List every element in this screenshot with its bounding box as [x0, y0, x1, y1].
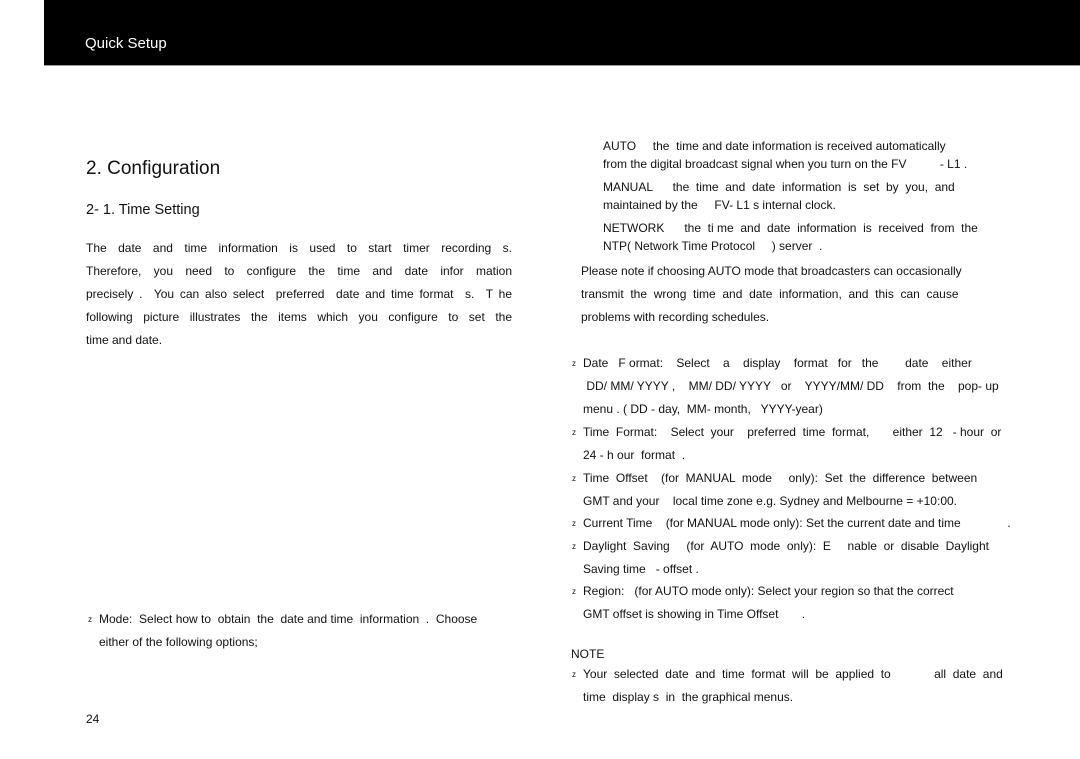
intro-line: following picture illustrates the items … — [86, 310, 512, 324]
page-number: 24 — [86, 712, 100, 726]
note-line: time display s in the graphical menus. — [583, 690, 794, 704]
auto-mode-warning: Please note if choosing AUTO mode that b… — [581, 260, 962, 329]
mode-option-manual: MANUAL the time and date information is … — [603, 178, 955, 214]
item-line: Time Format: Select your preferred time … — [583, 425, 1002, 439]
option-line: NETWORK the ti me and date information i… — [603, 221, 978, 235]
subsection-heading: 2- 1. Time Setting — [86, 202, 200, 218]
mode-option-network: NETWORK the ti me and date information i… — [603, 219, 978, 255]
mode-option-auto: AUTO the time and date information is re… — [603, 137, 967, 173]
intro-line: Therefore, you need to configure the tim… — [86, 264, 512, 278]
bullet-icon: z — [88, 615, 92, 624]
illustration-placeholder — [86, 360, 512, 600]
item-line: Daylight Saving (for AUTO mode only): E … — [583, 539, 989, 553]
option-line: from the digital broadcast signal when y… — [603, 157, 968, 171]
daylight-saving-item: z Daylight Saving (for AUTO mode only): E… — [572, 535, 989, 581]
item-line: menu . ( DD - day, MM- month, YYYY-year) — [583, 402, 823, 416]
note-item: z Your selected date and time format will… — [572, 663, 1003, 709]
mode-bullet-item: z Mode: Select how to obtain the date and… — [88, 608, 477, 654]
warning-line: Please note if choosing AUTO mode that b… — [581, 264, 962, 278]
intro-line: time and date. — [86, 333, 163, 347]
bullet-icon: z — [572, 670, 576, 679]
intro-paragraph: The date and time information is used to… — [86, 237, 512, 352]
warning-line: transmit the wrong time and date informa… — [581, 287, 959, 301]
region-item: z Region: (for AUTO mode only): Select yo… — [572, 580, 954, 626]
note-line: Your selected date and time format will … — [583, 667, 1003, 681]
item-line: 24 - h our format . — [583, 448, 686, 462]
note-title: NOTE — [571, 647, 605, 661]
warning-line: problems with recording schedules. — [581, 310, 770, 324]
option-line: AUTO the time and date information is re… — [603, 139, 946, 153]
section-heading: 2. Configuration — [86, 158, 221, 179]
time-format-item: z Time Format: Select your preferred time… — [572, 421, 1001, 467]
bullet-icon: z — [572, 474, 576, 483]
intro-line: precisely . You can also select preferre… — [86, 287, 512, 301]
bullet-icon: z — [572, 587, 576, 596]
header-bar: Quick Setup — [44, 0, 1080, 66]
item-line: Region: (for AUTO mode only): Select you… — [583, 584, 954, 598]
bullet-icon: z — [572, 359, 576, 368]
item-line: Time Offset (for MANUAL mode only): Set … — [583, 471, 978, 485]
item-line: GMT and your local time zone e.g. Sydney… — [583, 494, 957, 508]
mode-line: either of the following options; — [99, 635, 258, 649]
date-format-item: z Date F ormat: Select a display format f… — [572, 352, 999, 421]
item-line: DD/ MM/ YYYY , MM/ DD/ YYYY or YYYY/MM/ … — [583, 379, 999, 393]
item-line: GMT offset is showing in Time Offset . — [583, 607, 806, 621]
item-line: Date F ormat: Select a display format fo… — [583, 356, 972, 370]
item-line: Current Time (for MANUAL mode only): Set… — [583, 516, 1011, 530]
intro-line: The date and time information is used to… — [86, 241, 512, 255]
bullet-icon: z — [572, 519, 576, 528]
time-offset-item: z Time Offset (for MANUAL mode only): Set… — [572, 467, 977, 513]
option-line: maintained by the FV- L1 s internal cloc… — [603, 198, 836, 212]
current-time-item: z Current Time (for MANUAL mode only): Se… — [572, 512, 1011, 535]
mode-line: Mode: Select how to obtain the date and … — [99, 612, 478, 626]
item-line: Saving time - offset . — [583, 562, 699, 576]
bullet-icon: z — [572, 428, 576, 437]
option-line: MANUAL the time and date information is … — [603, 180, 955, 194]
header-title: Quick Setup — [85, 35, 167, 52]
option-line: NTP( Network Time Protocol ) server . — [603, 239, 823, 253]
bullet-icon: z — [572, 542, 576, 551]
